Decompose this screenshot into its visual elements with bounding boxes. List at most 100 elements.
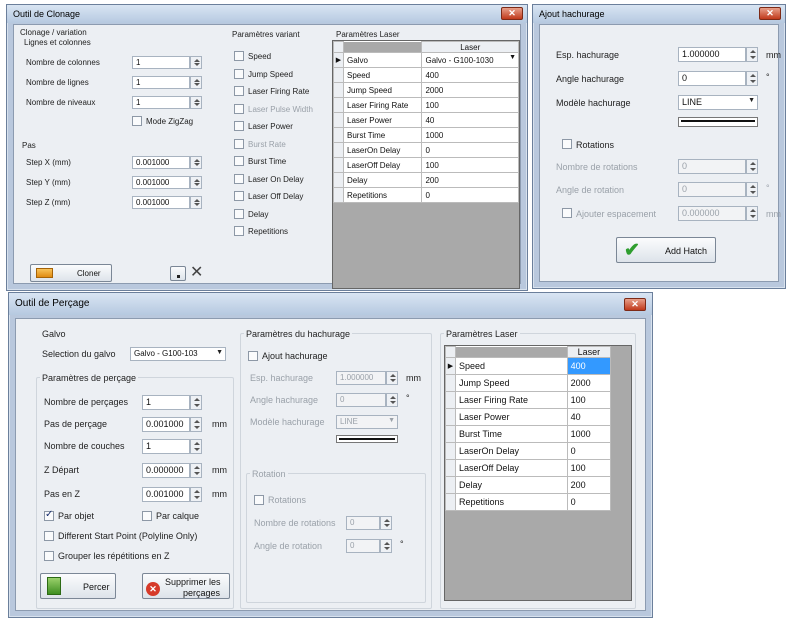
add-hatch-button[interactable]: ✔ Add Hatch (616, 237, 716, 263)
variant-checkbox[interactable] (234, 191, 244, 201)
grid-row[interactable]: LaserOff Delay 100 (333, 157, 519, 173)
param-value[interactable]: 100 (566, 459, 612, 477)
variant-checkbox[interactable] (234, 86, 244, 96)
p-nbrot-input[interactable]: 0 (346, 516, 380, 530)
p-rotations-checkbox[interactable] (254, 495, 264, 505)
grid-row[interactable]: Repetitions 0 (333, 187, 519, 203)
variant-checkbox[interactable] (234, 51, 244, 61)
row-selector[interactable] (445, 425, 456, 443)
grid-row[interactable]: Laser Firing Rate 100 (333, 97, 519, 113)
param-value[interactable]: 0 (566, 442, 612, 460)
pas-perc-spinner[interactable] (190, 417, 202, 432)
hatch-esp-input[interactable]: 1.000000 (678, 47, 746, 62)
grid-row[interactable]: LaserOn Delay 0 (445, 442, 612, 460)
grid-row[interactable]: Laser Power 40 (333, 112, 519, 128)
variant-checkbox[interactable] (234, 138, 244, 149)
row-selector[interactable] (445, 476, 456, 494)
param-value[interactable]: 1000 (421, 127, 519, 143)
variant-checkbox[interactable] (234, 173, 244, 184)
grid-row[interactable]: Delay 200 (333, 172, 519, 188)
variant-checkbox[interactable] (234, 103, 244, 114)
row-selector[interactable] (333, 142, 344, 158)
hatch-anglerot-spinner[interactable] (746, 182, 758, 197)
hatch-nbrot-spinner[interactable] (746, 159, 758, 174)
clone-button[interactable]: Cloner (30, 264, 112, 282)
close-icon[interactable]: ✕ (501, 7, 523, 20)
point-button[interactable] (170, 266, 186, 281)
param-value[interactable]: 40 (566, 408, 612, 426)
param-value[interactable]: 1000 (566, 425, 612, 443)
variant-checkbox[interactable] (234, 156, 244, 166)
p-angle-spinner[interactable] (386, 393, 398, 407)
par-objet-checkbox[interactable] (44, 509, 54, 521)
param-value[interactable]: 400 (421, 67, 519, 83)
grid-row[interactable]: Burst Time 1000 (333, 127, 519, 143)
grid-row[interactable]: LaserOff Delay 100 (445, 459, 612, 477)
param-value[interactable]: 200 (566, 476, 612, 494)
hatch-titlebar[interactable]: Ajout hachurage (533, 5, 785, 23)
p-angle-input[interactable]: 0 (336, 393, 386, 407)
grid-row[interactable]: LaserOn Delay 0 (333, 142, 519, 158)
row-selector[interactable] (333, 97, 344, 113)
row-selector[interactable] (445, 374, 456, 392)
stepx-spinner[interactable] (190, 156, 202, 169)
close-icon[interactable]: ✕ (624, 298, 646, 311)
param-value[interactable]: 2000 (566, 374, 612, 392)
row-selector[interactable] (333, 67, 344, 83)
pasz-input[interactable]: 0.001000 (142, 487, 190, 502)
grid-row[interactable]: ▶ Speed 400 (445, 357, 612, 375)
par-calque-checkbox[interactable] (142, 511, 152, 521)
row-selector[interactable] (445, 442, 456, 460)
stepz-input[interactable]: 0.001000 (132, 196, 190, 209)
row-selector[interactable] (333, 127, 344, 143)
grid-row[interactable]: Jump Speed 2000 (333, 82, 519, 98)
zdep-spinner[interactable] (190, 463, 202, 478)
nb-couches-input[interactable]: 1 (142, 439, 190, 454)
grid-row[interactable]: Jump Speed 2000 (445, 374, 612, 392)
grouper-checkbox[interactable] (44, 551, 54, 561)
stepy-spinner[interactable] (190, 176, 202, 189)
row-selector[interactable] (333, 187, 344, 203)
pas-perc-input[interactable]: 0.001000 (142, 417, 190, 432)
percer-button[interactable]: Percer (40, 573, 116, 599)
param-value[interactable]: 100 (421, 97, 519, 113)
nb-lines-spinner[interactable] (190, 76, 202, 89)
hatch-angle-spinner[interactable] (746, 71, 758, 86)
grid-row[interactable]: Delay 200 (445, 476, 612, 494)
variant-checkbox[interactable] (234, 208, 244, 219)
param-value[interactable]: 100 (566, 391, 612, 409)
row-selector[interactable]: ▶ (445, 357, 456, 375)
param-value[interactable]: 100 (421, 157, 519, 173)
stepz-spinner[interactable] (190, 196, 202, 209)
param-value[interactable]: 400 (566, 357, 612, 375)
variant-checkbox[interactable] (234, 68, 244, 79)
diff-start-checkbox[interactable] (44, 531, 54, 541)
param-value[interactable]: 200 (421, 172, 519, 188)
nb-couches-spinner[interactable] (190, 439, 202, 454)
pasz-spinner[interactable] (190, 487, 202, 502)
clonage-titlebar[interactable]: Outil de Clonage (7, 5, 527, 23)
row-selector[interactable]: ▶ (333, 52, 344, 68)
grid-row[interactable]: Burst Time 1000 (445, 425, 612, 443)
nb-levels-spinner[interactable] (190, 96, 202, 109)
nb-perc-spinner[interactable] (190, 395, 202, 410)
p-anglerot-input[interactable]: 0 (346, 539, 380, 553)
cross-icon[interactable]: ✕ (190, 265, 203, 281)
nb-cols-input[interactable]: 1 (132, 56, 190, 69)
row-selector[interactable] (445, 493, 456, 511)
nb-levels-input[interactable]: 1 (132, 96, 190, 109)
p-anglerot-spinner[interactable] (380, 539, 392, 553)
grid-row[interactable]: Speed 400 (333, 67, 519, 83)
grid-row[interactable]: ▶ Galvo Galvo - G100-1030 ▼ (333, 52, 519, 68)
nb-cols-spinner[interactable] (190, 56, 202, 69)
row-selector[interactable] (333, 112, 344, 128)
param-value[interactable]: 0 (421, 187, 519, 203)
p-model-dropdown[interactable]: LINE (336, 415, 398, 429)
percage-titlebar[interactable]: Outil de Perçage (9, 293, 652, 315)
hatch-esp-spinner[interactable] (746, 47, 758, 62)
row-selector[interactable] (333, 157, 344, 173)
param-value[interactable]: 0 (421, 142, 519, 158)
nb-perc-input[interactable]: 1 (142, 395, 190, 410)
stepx-input[interactable]: 0.001000 (132, 156, 190, 169)
hatch-spacing-spinner[interactable] (746, 206, 758, 221)
